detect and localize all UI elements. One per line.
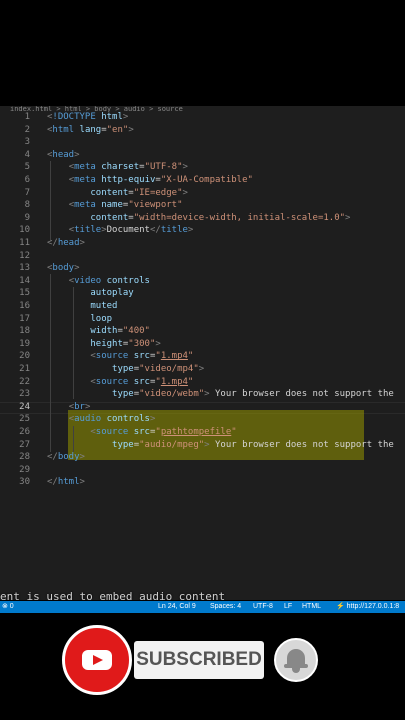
line-number: 9 xyxy=(24,212,30,223)
code-line[interactable]: 29 xyxy=(0,464,405,477)
code-text: <!DOCTYPE html> xyxy=(47,112,129,122)
line-number: 7 xyxy=(24,187,30,198)
code-text: <head> xyxy=(47,149,80,160)
code-text: type="video/webm"> Your browser does not… xyxy=(112,389,394,400)
code-line[interactable]: 5 <meta charset="UTF-8"> xyxy=(0,161,405,174)
code-line[interactable]: 17 loop xyxy=(0,313,405,326)
code-line[interactable]: 22 <source src="1.mp4" xyxy=(0,376,405,389)
line-number: 24 xyxy=(19,401,30,412)
code-text: loop xyxy=(90,313,113,324)
notification-bell-icon[interactable] xyxy=(274,638,318,682)
line-number: 3 xyxy=(24,137,30,148)
status-bar: ⊗ 0 Ln 24, Col 9 Spaces: 4 UTF-8 LF HTML… xyxy=(0,601,405,613)
code-line[interactable]: 14 <video controls xyxy=(0,275,405,288)
code-text: muted xyxy=(90,301,118,311)
code-line[interactable]: 2 <html lang="en"> xyxy=(0,124,405,137)
code-text: <source src="1.mp4" xyxy=(90,376,194,387)
code-text: content="width=device-width, initial-sca… xyxy=(90,212,351,223)
line-number: 15 xyxy=(19,288,30,299)
encoding[interactable]: UTF-8 xyxy=(253,601,273,613)
line-number: 5 xyxy=(24,162,30,173)
code-line[interactable]: 20 <source src="1.mp4" xyxy=(0,350,405,363)
line-number: 4 xyxy=(24,149,30,160)
code-line[interactable]: 25 <audio controls> xyxy=(0,413,405,426)
line-number: 1 xyxy=(24,112,30,122)
line-number: 8 xyxy=(24,200,30,211)
line-number: 28 xyxy=(19,452,30,463)
code-line[interactable]: 4 <head> xyxy=(0,149,405,162)
code-text: <meta name="viewport" xyxy=(68,200,183,211)
line-number: 17 xyxy=(19,313,30,324)
code-line[interactable]: 12 xyxy=(0,250,405,263)
code-line[interactable]: 27 type="audio/mpeg"> Your browser does … xyxy=(0,439,405,452)
code-text: <source src="1.mp4" xyxy=(90,351,194,362)
line-number: 2 xyxy=(24,124,30,135)
code-line[interactable]: 30 </html> xyxy=(0,476,405,489)
code-line[interactable]: 15 autoplay xyxy=(0,287,405,300)
code-text: content="IE=edge"> xyxy=(90,187,188,198)
line-number: 18 xyxy=(19,326,30,337)
line-number: 29 xyxy=(19,464,30,475)
code-text: </html> xyxy=(47,477,85,488)
code-text: autoplay xyxy=(90,288,134,299)
code-line[interactable]: 19 height="300"> xyxy=(0,338,405,351)
code-text: type="video/mp4"> xyxy=(112,364,205,374)
line-number: 11 xyxy=(19,238,30,248)
line-number: 19 xyxy=(19,338,30,349)
cursor-position[interactable]: Ln 24, Col 9 xyxy=(158,601,196,613)
code-text: width="400" xyxy=(90,326,150,337)
line-number: 13 xyxy=(19,263,30,274)
end-of-line[interactable]: LF xyxy=(284,601,292,613)
code-text: <title>Document</title> xyxy=(68,225,194,236)
code-line[interactable]: 24 <br> xyxy=(0,401,405,414)
code-text: </body> xyxy=(47,452,85,463)
code-line[interactable]: 7 content="IE=edge"> xyxy=(0,187,405,200)
code-line[interactable]: 11 </head> xyxy=(0,237,405,250)
language-mode[interactable]: HTML xyxy=(302,601,321,613)
code-text: <body> xyxy=(47,263,80,274)
code-text: <audio controls> xyxy=(68,414,156,425)
code-line[interactable]: 21 type="video/mp4"> xyxy=(0,363,405,376)
line-number: 27 xyxy=(19,439,30,450)
line-number: 20 xyxy=(19,351,30,362)
code-text: height="300"> xyxy=(90,338,161,349)
code-text: <html lang="en"> xyxy=(47,124,134,135)
code-line[interactable]: 16 muted xyxy=(0,300,405,313)
code-text: <br> xyxy=(68,401,91,412)
code-line[interactable]: 6 <meta http-equiv="X-UA-Compatible" xyxy=(0,174,405,187)
code-line[interactable]: 10 <title>Document</title> xyxy=(0,224,405,237)
code-text: </head> xyxy=(47,238,85,248)
line-number: 12 xyxy=(19,250,30,261)
youtube-logo-icon xyxy=(62,625,132,695)
line-number: 16 xyxy=(19,301,30,311)
code-line[interactable]: 8 <meta name="viewport" xyxy=(0,199,405,212)
line-number: 14 xyxy=(19,275,30,286)
code-line[interactable]: 23 type="video/webm"> Your browser does … xyxy=(0,388,405,401)
code-line[interactable]: 18 width="400" xyxy=(0,325,405,338)
live-server-link[interactable]: ⚡ http://127.0.0.1:8 xyxy=(336,601,399,613)
code-text: <meta http-equiv="X-UA-Compatible" xyxy=(68,175,253,185)
line-number: 6 xyxy=(24,175,30,185)
code-line[interactable]: 1 <!DOCTYPE html> xyxy=(0,111,405,124)
line-number: 10 xyxy=(19,225,30,236)
line-number: 25 xyxy=(19,414,30,425)
line-number: 21 xyxy=(19,364,30,374)
code-line[interactable]: 3 xyxy=(0,136,405,149)
line-number: 30 xyxy=(19,477,30,488)
code-line[interactable]: 28 </body> xyxy=(0,451,405,464)
problems-indicator[interactable]: ⊗ 0 xyxy=(2,601,14,613)
subscribed-button[interactable]: SUBSCRIBED xyxy=(134,641,264,679)
code-line[interactable]: 9 content="width=device-width, initial-s… xyxy=(0,212,405,225)
code-text: type="audio/mpeg"> Your browser does not… xyxy=(112,439,394,450)
line-number: 26 xyxy=(19,427,30,437)
code-text: <source src="pathtompefile" xyxy=(90,427,237,437)
indentation[interactable]: Spaces: 4 xyxy=(210,601,241,613)
line-number: 22 xyxy=(19,376,30,387)
code-editor[interactable]: index.html > html > body > audio > sourc… xyxy=(0,106,405,600)
code-text: <video controls xyxy=(68,275,150,286)
code-text: <meta charset="UTF-8"> xyxy=(68,162,188,173)
code-line[interactable]: 26 <source src="pathtompefile" xyxy=(0,426,405,439)
code-line[interactable]: 13 <body> xyxy=(0,262,405,275)
line-number: 23 xyxy=(19,389,30,400)
